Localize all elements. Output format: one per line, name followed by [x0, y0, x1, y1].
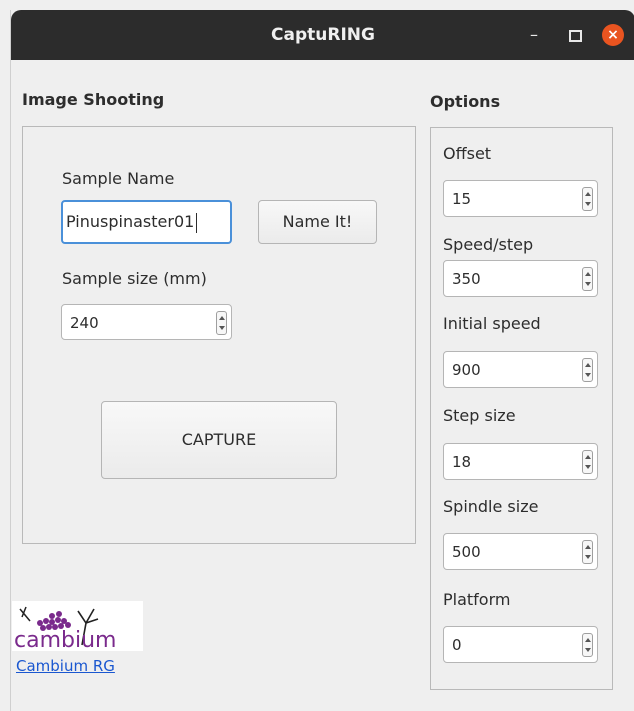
image-shooting-heading: Image Shooting: [22, 90, 165, 109]
speed-step-spinbox[interactable]: 350: [443, 260, 598, 297]
step-size-spinbox[interactable]: 18: [443, 443, 598, 480]
cambium-logo: cambium: [12, 601, 143, 651]
initial-speed-spinbox[interactable]: 900: [443, 351, 598, 388]
spin-arrows-icon[interactable]: [582, 267, 593, 291]
spindle-size-spinbox[interactable]: 500: [443, 533, 598, 570]
spin-arrows-icon[interactable]: [582, 540, 593, 564]
speed-step-label: Speed/step: [443, 235, 534, 254]
minimize-button[interactable]: –: [523, 24, 545, 46]
options-heading: Options: [430, 92, 501, 111]
spin-up-icon[interactable]: [219, 316, 225, 320]
sample-name-label: Sample Name: [62, 169, 175, 188]
spin-arrows-icon[interactable]: [582, 450, 593, 474]
sample-size-label: Sample size (mm): [62, 269, 207, 288]
spin-arrows-icon[interactable]: [582, 187, 593, 211]
spin-down-icon[interactable]: [219, 326, 225, 330]
offset-spinbox[interactable]: 15: [443, 180, 598, 217]
spin-up-icon[interactable]: [585, 192, 591, 196]
sample-size-spinbox[interactable]: 240: [61, 304, 232, 340]
step-size-value: 18: [452, 453, 472, 471]
step-size-label: Step size: [443, 406, 516, 425]
spin-up-icon[interactable]: [585, 363, 591, 367]
spin-arrows-icon[interactable]: [582, 358, 593, 382]
spin-down-icon[interactable]: [585, 373, 591, 377]
sample-size-value: 240: [70, 314, 99, 332]
svg-text:cambium: cambium: [14, 628, 116, 651]
sample-name-input[interactable]: Pinuspinaster01: [61, 200, 232, 244]
capture-button[interactable]: CAPTURE: [101, 401, 337, 479]
name-it-button[interactable]: Name It!: [258, 200, 377, 244]
maximize-icon: [569, 30, 582, 42]
spin-down-icon[interactable]: [585, 465, 591, 469]
initial-speed-label: Initial speed: [443, 314, 541, 333]
offset-value: 15: [452, 190, 472, 208]
sample-name-value: Pinuspinaster01: [66, 212, 195, 231]
offset-label: Offset: [443, 144, 492, 163]
close-icon: ×: [607, 27, 619, 43]
spin-up-icon[interactable]: [585, 545, 591, 549]
spin-down-icon[interactable]: [585, 202, 591, 206]
platform-value: 0: [452, 636, 462, 654]
spin-up-icon[interactable]: [585, 272, 591, 276]
speed-step-value: 350: [452, 270, 481, 288]
text-cursor: [196, 212, 198, 233]
spindle-size-value: 500: [452, 543, 481, 561]
spin-down-icon[interactable]: [585, 282, 591, 286]
spin-up-icon[interactable]: [585, 455, 591, 459]
close-button[interactable]: ×: [602, 24, 624, 46]
title-bar[interactable]: CaptuRING – ×: [11, 10, 634, 60]
spin-up-icon[interactable]: [585, 638, 591, 642]
platform-label: Platform: [443, 590, 511, 609]
spindle-size-label: Spindle size: [443, 497, 539, 516]
spin-down-icon[interactable]: [585, 648, 591, 652]
initial-speed-value: 900: [452, 361, 481, 379]
cambium-rg-link[interactable]: Cambium RG: [16, 657, 115, 675]
maximize-button[interactable]: [563, 24, 585, 46]
spin-arrows-icon[interactable]: [216, 311, 227, 335]
spin-down-icon[interactable]: [585, 555, 591, 559]
platform-spinbox[interactable]: 0: [443, 626, 598, 663]
grapes-tree-icon: cambium: [14, 606, 116, 651]
spin-arrows-icon[interactable]: [582, 633, 593, 657]
